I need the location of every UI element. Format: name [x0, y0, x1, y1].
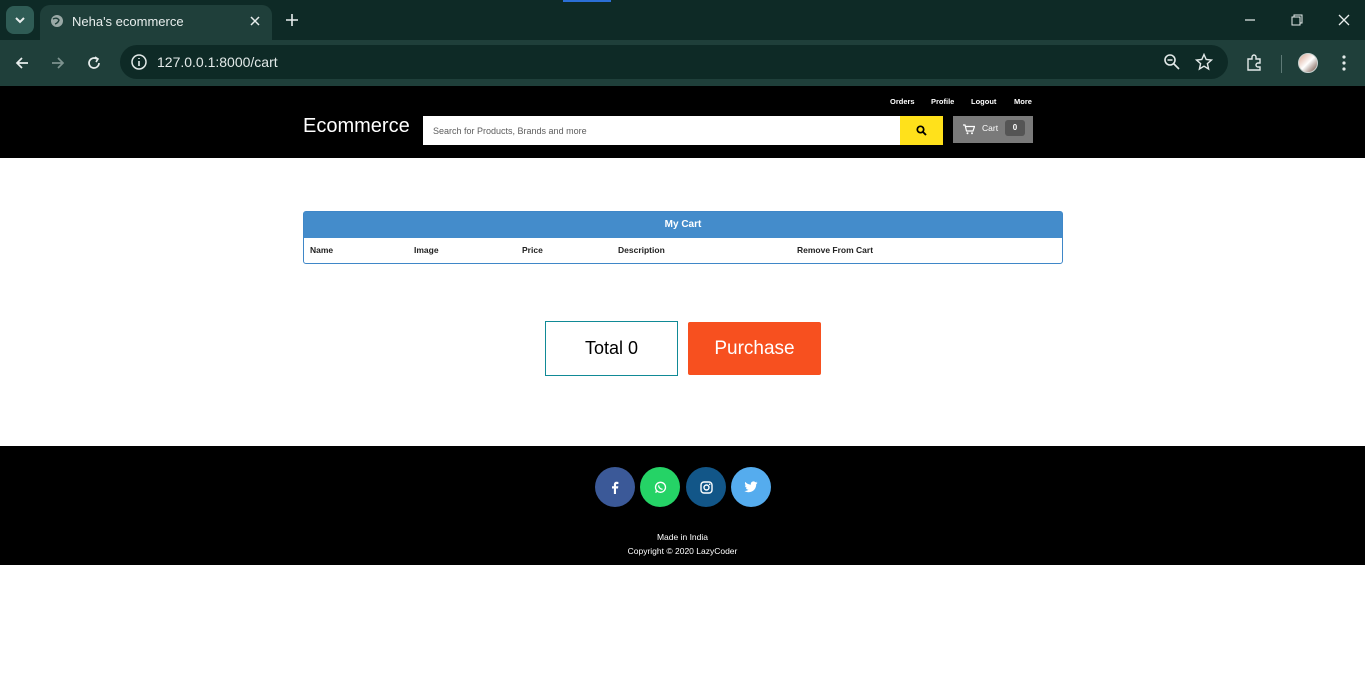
whatsapp-icon: [654, 481, 666, 493]
shopping-cart-icon: [963, 124, 975, 135]
brand-logo[interactable]: Ecommerce: [303, 115, 410, 138]
plus-icon: [286, 14, 298, 26]
bookmark-star-icon[interactable]: [1195, 53, 1213, 71]
instagram-link[interactable]: [686, 467, 726, 507]
column-header-name: Name: [310, 245, 334, 255]
tab-close-button[interactable]: [246, 12, 264, 30]
search-icon: [916, 125, 927, 136]
column-header-price: Price: [522, 245, 543, 255]
nav-more[interactable]: More: [1014, 97, 1032, 106]
close-icon: [1338, 14, 1350, 26]
extensions-button[interactable]: [1243, 52, 1265, 74]
reload-button[interactable]: [83, 52, 105, 74]
search-input[interactable]: [423, 116, 900, 145]
reload-icon: [88, 56, 100, 69]
instagram-icon: [699, 480, 713, 494]
puzzle-icon: [1247, 54, 1261, 71]
minimize-button[interactable]: [1240, 10, 1260, 30]
restore-icon: [1291, 14, 1303, 26]
column-header-description: Description: [618, 245, 665, 255]
toolbar-separator: [1281, 55, 1282, 73]
cart-table: My Cart Name Image Price Description Rem…: [303, 211, 1063, 264]
nav-orders[interactable]: Orders: [890, 97, 915, 106]
nav-logout[interactable]: Logout: [971, 97, 996, 106]
browser-tabbar: Neha's ecommerce: [0, 0, 1365, 40]
nav-profile[interactable]: Profile: [931, 97, 954, 106]
restore-button[interactable]: [1287, 10, 1307, 30]
browser-tab[interactable]: Neha's ecommerce: [40, 5, 272, 40]
column-header-remove: Remove From Cart: [797, 245, 874, 255]
tab-strip-indicator: [563, 0, 611, 2]
site-header: Orders Profile Logout More Ecommerce Car…: [0, 86, 1365, 158]
facebook-icon: [612, 481, 619, 494]
cart-title: My Cart: [304, 212, 1062, 238]
tab-search-button[interactable]: [6, 6, 34, 34]
browser-toolbar: 127.0.0.1:8000/cart: [0, 40, 1365, 86]
column-header-image: Image: [414, 245, 439, 255]
site-footer: Made in India Copyright © 2020 LazyCoder: [0, 446, 1365, 565]
purchase-button[interactable]: Purchase: [688, 322, 821, 375]
site-info-icon[interactable]: [130, 53, 148, 71]
tab-title: Neha's ecommerce: [72, 14, 184, 29]
cart-count-badge: 0: [1005, 120, 1025, 136]
close-icon: [250, 16, 260, 26]
cart-label: Cart: [982, 123, 999, 133]
chevron-down-icon: [15, 17, 25, 24]
facebook-link[interactable]: [595, 467, 635, 507]
minimize-icon: [1245, 19, 1255, 21]
url-text: 127.0.0.1:8000/cart: [157, 54, 278, 70]
back-button[interactable]: [11, 52, 33, 74]
close-window-button[interactable]: [1334, 10, 1354, 30]
cart-button[interactable]: Cart 0: [953, 116, 1033, 143]
arrow-left-icon: [15, 57, 28, 69]
copyright-text: Copyright © 2020 LazyCoder: [627, 546, 738, 556]
browser-menu-button[interactable]: [1333, 52, 1355, 74]
whatsapp-link[interactable]: [640, 467, 680, 507]
kebab-menu-icon: [1342, 55, 1346, 71]
forward-button[interactable]: [47, 52, 69, 74]
made-in-text: Made in India: [656, 532, 709, 542]
profile-avatar[interactable]: [1298, 53, 1318, 73]
address-bar[interactable]: 127.0.0.1:8000/cart: [120, 45, 1228, 79]
new-tab-button[interactable]: [282, 10, 302, 30]
twitter-icon: [744, 481, 758, 493]
twitter-link[interactable]: [731, 467, 771, 507]
cart-total: Total 0: [545, 321, 678, 376]
globe-icon: [51, 15, 63, 27]
search-button[interactable]: [900, 116, 943, 145]
arrow-right-icon: [52, 57, 65, 69]
zoom-icon[interactable]: [1163, 53, 1181, 71]
